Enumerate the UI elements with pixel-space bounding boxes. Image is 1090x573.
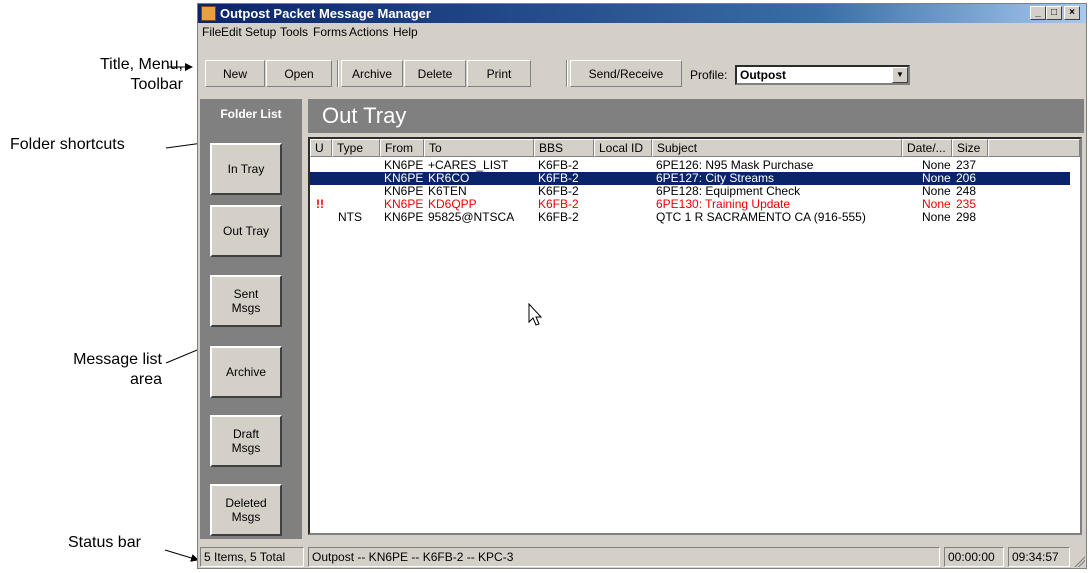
profile-value: Outpost (740, 68, 786, 82)
toolbar-separator (337, 60, 339, 87)
folder-deleted-button[interactable]: Deleted Msgs (210, 484, 282, 536)
app-icon (201, 6, 216, 21)
toolbar-separator (566, 60, 568, 87)
column-header-u[interactable]: U (310, 139, 332, 157)
send-receive-button[interactable]: Send/Receive (570, 60, 682, 87)
print-button[interactable]: Print (467, 60, 531, 87)
archive-button[interactable]: Archive (341, 60, 403, 87)
folder-list-panel: Folder List In Tray Out Tray Sent Msgs A… (200, 99, 302, 539)
annotation-status-bar: Status bar (68, 534, 141, 551)
window-title: Outpost Packet Message Manager (220, 6, 431, 21)
tray-title: Out Tray (308, 99, 1084, 133)
folder-in-tray-button[interactable]: In Tray (210, 143, 282, 195)
column-header-from[interactable]: From (380, 139, 424, 157)
annotation-line: area (129, 371, 162, 388)
cell-bbs: K6FB-2 (538, 210, 579, 224)
column-header-local-id[interactable]: Local ID (594, 139, 652, 157)
annotation-line: Toolbar (130, 76, 183, 93)
menu-actions[interactable]: Actions (349, 23, 388, 42)
message-area: Out Tray U Type From To BBS Local ID Sub… (308, 99, 1084, 539)
cell-date: None (922, 210, 951, 224)
folder-out-tray-button[interactable]: Out Tray (210, 205, 282, 257)
cell-from: KN6PE (384, 210, 424, 224)
resize-grip-icon[interactable] (1073, 555, 1085, 567)
column-header-type[interactable]: Type (332, 139, 380, 157)
folder-sent-button[interactable]: Sent Msgs (210, 275, 282, 327)
table-row[interactable]: NTS KN6PE 95825@NTSCA K6FB-2 QTC 1 R SACRAME… (310, 211, 1070, 224)
open-button[interactable]: Open (266, 60, 332, 87)
close-button[interactable]: × (1064, 6, 1080, 20)
annotation-line: Title, Menu, (100, 56, 183, 73)
menu-help[interactable]: Help (393, 23, 418, 42)
chevron-down-icon[interactable]: ▼ (892, 67, 908, 83)
cell-u: !! (316, 197, 324, 211)
cell-size: 298 (956, 210, 977, 224)
column-header-subject[interactable]: Subject (652, 139, 902, 157)
annotation-message-list: Message list area (73, 350, 162, 390)
message-list[interactable]: U Type From To BBS Local ID Subject Date… (308, 137, 1082, 535)
profile-select[interactable]: Outpost ▼ (735, 65, 910, 85)
menu-bar: File Edit Setup Tools Forms Actions Help (198, 23, 1086, 42)
title-bar[interactable]: Outpost Packet Message Manager _ □ × (198, 4, 1086, 23)
column-header-bbs[interactable]: BBS (534, 139, 594, 157)
annotation-line: Message list (73, 351, 162, 368)
arrow-status-bar (164, 549, 199, 562)
status-bar: 5 Items, 5 Total Outpost -- KN6PE -- K6F… (198, 546, 1086, 568)
cell-type: NTS (338, 210, 362, 224)
column-header-to[interactable]: To (424, 139, 534, 157)
toolbar: New Open Archive Delete Print Send/Recei… (198, 52, 1086, 92)
delete-button[interactable]: Delete (404, 60, 466, 87)
maximize-button[interactable]: □ (1046, 6, 1062, 20)
folder-archive-button[interactable]: Archive (210, 346, 282, 398)
menu-setup[interactable]: Setup (245, 23, 276, 42)
status-timer: 00:00:00 (944, 547, 1004, 567)
annotation-title-menu-toolbar: Title, Menu, Toolbar (100, 55, 183, 95)
menu-forms[interactable]: Forms (313, 23, 347, 42)
annotation-folder-shortcuts: Folder shortcuts (10, 136, 125, 153)
folder-draft-button[interactable]: Draft Msgs (210, 415, 282, 467)
column-header-blank (988, 139, 1080, 157)
app-window: Outpost Packet Message Manager _ □ × Fil… (197, 3, 1087, 569)
profile-label: Profile: (690, 68, 728, 82)
cell-subject: QTC 1 R SACRAMENTO CA (916-555) (656, 210, 866, 224)
menu-tools[interactable]: Tools (280, 23, 308, 42)
folder-list-header: Folder List (220, 107, 282, 121)
cell-to: 95825@NTSCA (428, 210, 515, 224)
menu-file[interactable]: File (202, 23, 221, 42)
status-connection: Outpost -- KN6PE -- K6FB-2 -- KPC-3 (308, 547, 940, 567)
status-clock: 09:34:57 (1008, 547, 1070, 567)
mouse-pointer-icon (528, 303, 543, 326)
menu-edit[interactable]: Edit (221, 23, 242, 42)
column-header-date[interactable]: Date/... (902, 139, 952, 157)
minimize-button[interactable]: _ (1030, 6, 1046, 20)
column-header-size[interactable]: Size (952, 139, 988, 157)
status-item-count: 5 Items, 5 Total (200, 547, 304, 567)
new-button[interactable]: New (205, 60, 265, 87)
